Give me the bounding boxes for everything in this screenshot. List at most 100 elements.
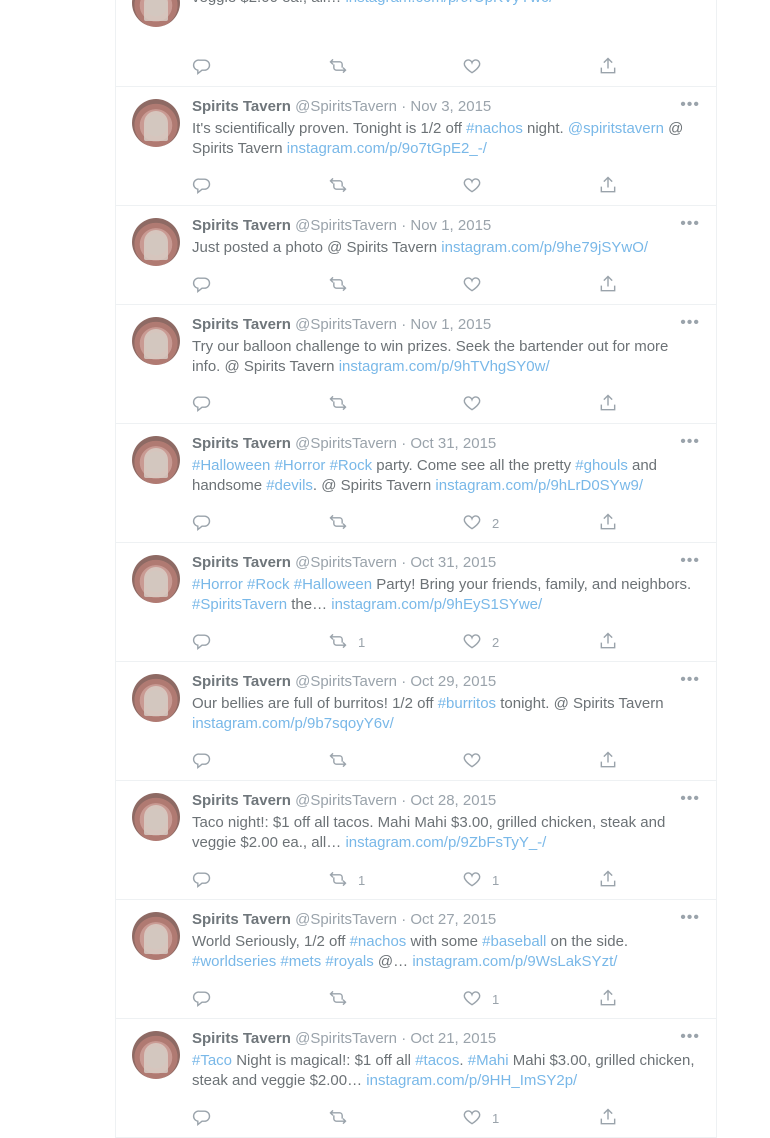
hashtag[interactable]: #nachos [350,933,407,950]
more-options-icon[interactable]: ••• [680,672,700,688]
hashtag[interactable]: @spiritstavern [568,120,664,137]
tweet[interactable]: Spirits Tavern @SpiritsTavern · Oct 31, … [116,424,716,543]
retweet-button[interactable] [328,393,358,415]
retweet-button[interactable] [328,56,358,78]
share-button[interactable] [598,631,618,653]
retweet-button[interactable] [328,988,358,1010]
retweet-button[interactable]: 1 [328,631,365,653]
hashtag[interactable]: #Halloween [192,457,270,474]
hashtag[interactable]: #nachos [466,120,523,137]
display-name[interactable]: Spirits Tavern [192,316,291,333]
more-options-icon[interactable]: ••• [680,216,700,232]
avatar[interactable] [132,1031,180,1079]
like-button[interactable]: 1 [462,869,499,891]
tweet-link[interactable]: instagram.com/p/9b7sqoyY6v/ [192,715,394,732]
tweet-link[interactable]: instagram.com/p/9o7tGpE2_-/ [287,140,487,157]
share-button[interactable] [598,750,618,772]
hashtag[interactable]: #burritos [438,695,496,712]
handle[interactable]: @SpiritsTavern [295,792,397,809]
tweet[interactable]: Spirits Tavern @SpiritsTavern · Nov 1, 2… [116,206,716,305]
hashtag[interactable]: #tacos [415,1052,459,1069]
handle[interactable]: @SpiritsTavern [295,673,397,690]
hashtag[interactable]: #Halloween [294,576,372,593]
more-options-icon[interactable]: ••• [680,315,700,331]
display-name[interactable]: Spirits Tavern [192,792,291,809]
handle[interactable]: @SpiritsTavern [295,1030,397,1047]
avatar[interactable] [132,317,180,365]
reply-button[interactable] [192,750,212,772]
tweet-link[interactable]: instagram.com/p/9hLrD0SYw9/ [435,477,643,494]
tweet[interactable]: Spirits Tavern @SpiritsTavern · Oct 28, … [116,781,716,900]
avatar[interactable] [132,912,180,960]
timestamp[interactable]: Nov 1, 2015 [410,217,491,234]
hashtag[interactable]: #worldseries [192,953,276,970]
display-name[interactable]: Spirits Tavern [192,554,291,571]
hashtag[interactable]: #Taco [192,1052,232,1069]
reply-button[interactable] [192,175,212,197]
hashtag[interactable]: #SpiritsTavern [192,596,287,613]
avatar[interactable] [132,99,180,147]
share-button[interactable] [598,274,618,296]
handle[interactable]: @SpiritsTavern [295,554,397,571]
hashtag[interactable]: #Horror [192,576,243,593]
like-button[interactable]: 1 [462,1107,499,1129]
hashtag[interactable]: #baseball [482,933,546,950]
tweet-link[interactable]: instagram.com/p/9ZbFsTyY_-/ [345,834,546,851]
hashtag[interactable]: #Rock [247,576,290,593]
share-button[interactable] [598,869,618,891]
timestamp[interactable]: Nov 3, 2015 [410,98,491,115]
more-options-icon[interactable]: ••• [680,97,700,113]
reply-button[interactable] [192,56,212,78]
reply-button[interactable] [192,988,212,1010]
avatar[interactable] [132,793,180,841]
share-button[interactable] [598,175,618,197]
like-button[interactable]: 1 [462,988,499,1010]
tweet-link[interactable]: instagram.com/p/9rUpKVyYw6/ [345,0,553,6]
tweet-link[interactable]: instagram.com/p/9hTVhgSY0w/ [339,358,550,375]
like-button[interactable]: 2 [462,631,499,653]
hashtag[interactable]: #devils [266,477,313,494]
tweet-link[interactable]: instagram.com/p/9WsLakSYzt/ [412,953,617,970]
timestamp[interactable]: Oct 31, 2015 [410,554,496,571]
reply-button[interactable] [192,274,212,296]
tweet[interactable]: Spirits Tavern @SpiritsTavern · Oct 21, … [116,1019,716,1138]
reply-button[interactable] [192,512,212,534]
retweet-button[interactable]: 1 [328,869,365,891]
share-button[interactable] [598,1107,618,1129]
more-options-icon[interactable]: ••• [680,791,700,807]
avatar[interactable] [132,674,180,722]
like-button[interactable] [462,274,492,296]
timestamp[interactable]: Nov 1, 2015 [410,316,491,333]
reply-button[interactable] [192,1107,212,1129]
more-options-icon[interactable]: ••• [680,1029,700,1045]
retweet-button[interactable] [328,175,358,197]
tweet[interactable]: Spirits Tavern @SpiritsTavern · Oct 27, … [116,900,716,1019]
tweet-link[interactable]: instagram.com/p/9HH_ImSY2p/ [366,1072,577,1089]
tweet[interactable]: Spirits Tavern @SpiritsTavern · Nov 3, 2… [116,87,716,206]
tweet[interactable]: Spirits Tavern @SpiritsTavern · Oct 31, … [116,543,716,662]
tweet[interactable]: Spirits Tavern @SpiritsTavern · Nov 1, 2… [116,305,716,424]
reply-button[interactable] [192,631,212,653]
retweet-button[interactable] [328,512,358,534]
like-button[interactable] [462,56,492,78]
like-button[interactable] [462,393,492,415]
avatar[interactable] [132,0,180,27]
display-name[interactable]: Spirits Tavern [192,435,291,452]
timestamp[interactable]: Oct 29, 2015 [410,673,496,690]
more-options-icon[interactable]: ••• [680,553,700,569]
hashtag[interactable]: #ghouls [575,457,628,474]
avatar[interactable] [132,436,180,484]
tweet[interactable]: #Taco night!: $1 off all #tacos. #Mahi M… [116,0,716,87]
reply-button[interactable] [192,393,212,415]
share-button[interactable] [598,512,618,534]
handle[interactable]: @SpiritsTavern [295,217,397,234]
tweet[interactable]: Spirits Tavern @SpiritsTavern · Oct 29, … [116,662,716,781]
reply-button[interactable] [192,869,212,891]
timestamp[interactable]: Oct 27, 2015 [410,911,496,928]
retweet-button[interactable] [328,1107,358,1129]
hashtag[interactable]: #Horror [275,457,326,474]
hashtag[interactable]: #mets [280,953,321,970]
share-button[interactable] [598,988,618,1010]
retweet-button[interactable] [328,274,358,296]
hashtag[interactable]: #royals [325,953,373,970]
